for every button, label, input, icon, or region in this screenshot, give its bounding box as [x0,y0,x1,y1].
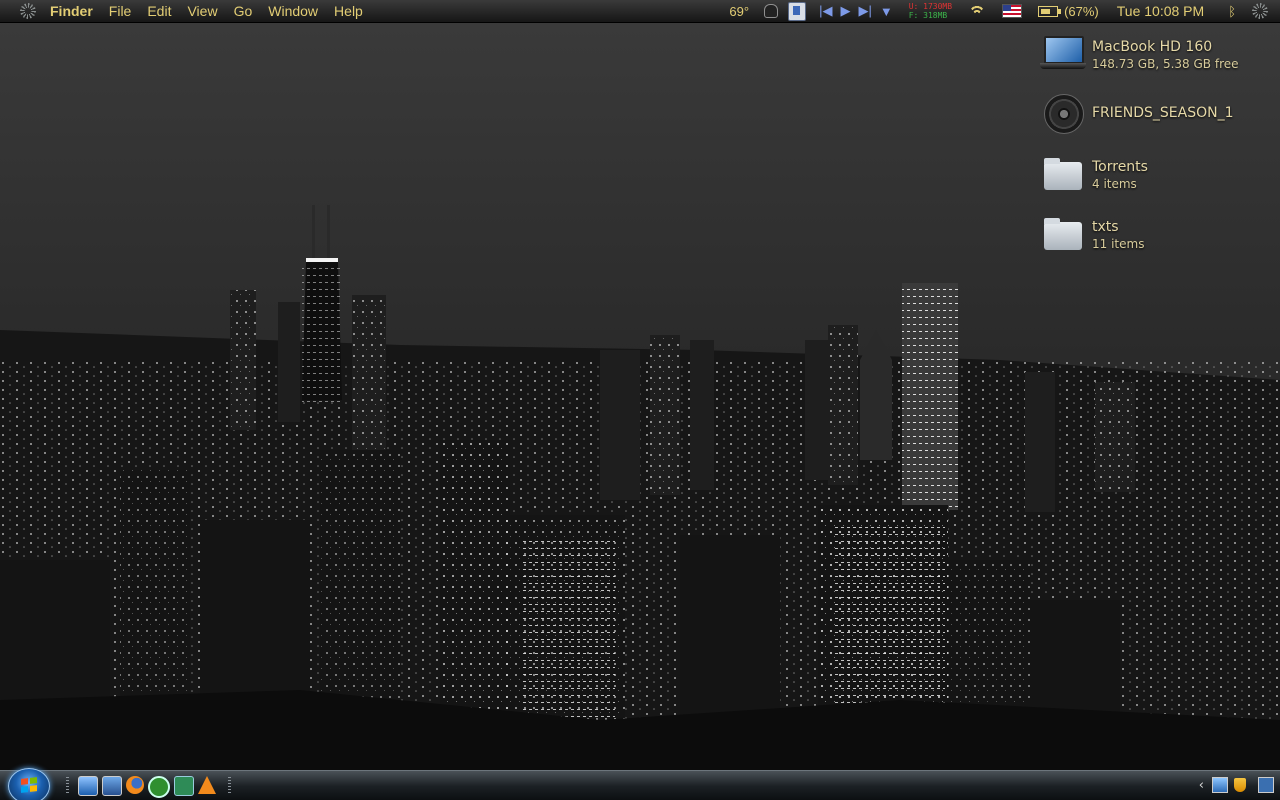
desktop-item-label: Torrents [1092,159,1148,175]
desktop-item-info: 148.73 GB, 5.38 GB free [1092,57,1239,71]
windows-logo-icon [21,777,37,793]
start-button[interactable] [8,768,50,800]
apple-menu-icon[interactable] [20,3,36,19]
memory-free: F: 318MB [908,11,948,20]
memory-monitor[interactable]: U: 1730MB F: 318MB [909,2,952,20]
desktop-item-txts[interactable]: txts 11 items [1040,216,1270,256]
battery-status[interactable]: (67%) [1038,4,1099,19]
firefox-icon[interactable] [126,776,144,794]
desktop-item-friends-season-1[interactable]: FRIENDS_SEASON_1 [1040,94,1270,134]
tray-expand-button[interactable]: ‹ [1199,778,1204,793]
next-track-button[interactable]: ▶| [858,3,871,19]
menu-file[interactable]: File [101,0,140,22]
menu-view[interactable]: View [179,0,225,22]
laptop-icon [1040,36,1086,76]
desktop-item-macbook-hd[interactable]: MacBook HD 160 148.73 GB, 5.38 GB free [1040,36,1270,76]
play-button[interactable]: ▶ [840,3,850,19]
desktop-item-info: 4 items [1092,177,1137,191]
menu-bar: Finder File Edit View Go Window Help 69°… [0,0,1280,23]
menu-go[interactable]: Go [226,0,261,22]
system-tray: ‹ [1199,777,1274,793]
menu-edit[interactable]: Edit [139,0,179,22]
battery-icon [1038,5,1062,17]
menu-help[interactable]: Help [326,0,371,22]
disc-icon [1040,94,1086,134]
menu-finder[interactable]: Finder [44,0,101,22]
network-icon[interactable] [1212,777,1228,793]
battery-percent: (67%) [1064,3,1099,19]
desktop-item-label: MacBook HD 160 [1092,39,1213,55]
weather-temperature[interactable]: 69° [729,4,749,19]
menu-clock[interactable]: Tue 10:08 PM [1117,3,1204,19]
media-menu-button[interactable]: ▼ [880,4,893,19]
show-desktop-button[interactable] [1258,777,1274,793]
taskbar: ‹ [0,768,1280,800]
spotlight-icon[interactable] [1252,3,1268,19]
folder-icon [1040,156,1086,196]
calculator-icon[interactable] [174,776,194,796]
quick-launch [78,776,220,798]
bug-icon[interactable] [764,4,779,18]
menu-window[interactable]: Window [260,0,326,22]
desktop-item-torrents[interactable]: Torrents 4 items [1040,156,1270,196]
desktop-item-label: FRIENDS_SEASON_1 [1092,105,1234,121]
input-source-flag-icon[interactable] [1002,4,1023,18]
previous-track-button[interactable]: |◀ [819,3,832,19]
bluetooth-icon[interactable]: ᛒ [1228,4,1236,19]
script-menu-icon[interactable] [788,1,807,21]
vlc-icon[interactable] [198,776,216,794]
desktop: Finder File Edit View Go Window Help 69°… [0,0,1280,800]
taskbar-grip[interactable] [228,777,231,795]
taskbar-grip[interactable] [66,777,69,795]
desktop-item-info: 11 items [1092,237,1145,251]
show-desktop-icon[interactable] [78,776,98,796]
utorrent-icon[interactable] [148,776,170,798]
explorer-icon[interactable] [102,776,122,796]
security-shield-icon[interactable] [1234,778,1246,792]
media-controls: |◀ ▶ ▶| ▼ [815,3,897,19]
desktop-item-label: txts [1092,219,1119,235]
wifi-icon[interactable] [968,5,986,17]
folder-icon [1040,216,1086,256]
memory-used: U: 1730MB [908,2,953,11]
